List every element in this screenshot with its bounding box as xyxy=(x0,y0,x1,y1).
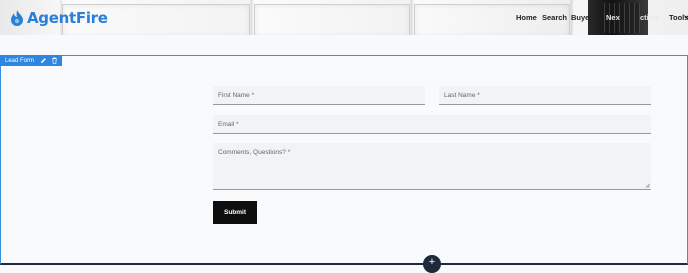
nav-item-collection[interactable]: ction xyxy=(640,13,658,22)
comments-textarea[interactable]: Comments, Questions? * xyxy=(213,143,651,190)
last-name-placeholder: Last Name * xyxy=(444,91,480,99)
flame-logo-icon xyxy=(11,10,23,26)
module-toolbar: Lead Form xyxy=(0,55,62,66)
submit-button[interactable]: Submit xyxy=(213,201,257,224)
chevron-down-icon xyxy=(684,15,688,19)
wall-panel xyxy=(254,4,410,35)
email-field[interactable]: Email * xyxy=(213,115,651,134)
site-logo[interactable]: AgentFire xyxy=(10,9,108,27)
resize-handle-icon[interactable] xyxy=(645,183,650,188)
plus-icon[interactable]: + xyxy=(423,255,441,273)
site-header: AgentFire Home Search Buye Nex ction Too… xyxy=(0,0,688,35)
pencil-icon[interactable] xyxy=(39,56,48,65)
trash-icon[interactable] xyxy=(50,56,59,65)
last-name-field[interactable]: Last Name * xyxy=(439,86,651,105)
logo-text: AgentFire xyxy=(27,9,108,27)
nav-item-home[interactable]: Home xyxy=(516,13,537,22)
first-name-field[interactable]: First Name * xyxy=(213,86,425,105)
comments-placeholder: Comments, Questions? * xyxy=(218,149,291,156)
nav-item-buyers[interactable]: Buye xyxy=(571,13,589,22)
email-placeholder: Email * xyxy=(218,120,239,128)
nav-item-search[interactable]: Search xyxy=(542,13,567,22)
module-label: Lead Form xyxy=(5,57,35,64)
nav-item-next[interactable]: Nex xyxy=(606,13,620,22)
first-name-placeholder: First Name * xyxy=(218,91,255,99)
